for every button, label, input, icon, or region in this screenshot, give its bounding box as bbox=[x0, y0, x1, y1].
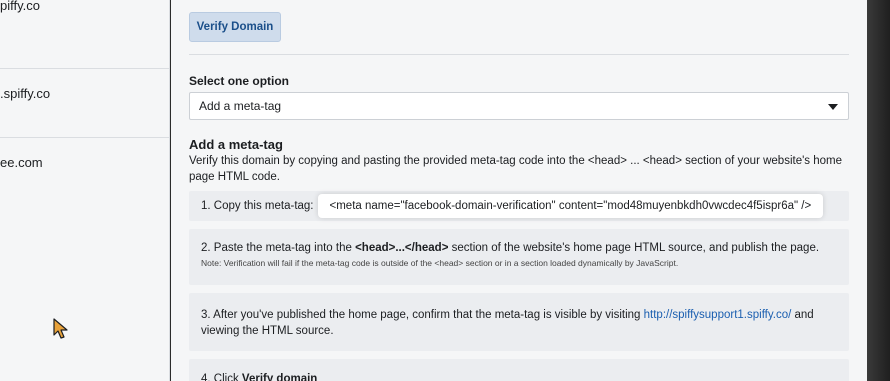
step-paste-meta-tag: 2. Paste the meta-tag into the <head>...… bbox=[189, 229, 849, 285]
window-edge bbox=[867, 0, 890, 381]
step2-text-end: section of the website's home page HTML … bbox=[448, 242, 820, 254]
step1-label: 1. Copy this meta-tag: bbox=[201, 200, 314, 212]
step2-head-tag: <head>...</head> bbox=[355, 242, 449, 254]
meta-tag-code[interactable]: <meta name="facebook-domain-verification… bbox=[317, 194, 824, 218]
step-click-verify: 4. Click Verify domain bbox=[189, 359, 849, 381]
section-title: Add a meta-tag bbox=[189, 137, 283, 152]
step4-verify-label: Verify domain bbox=[241, 373, 318, 381]
site-url-link[interactable]: http://spiffysupport1.spiffy.co/ bbox=[644, 309, 792, 321]
sidebar-item-label: piffy.co bbox=[0, 0, 40, 13]
mouse-pointer-icon bbox=[53, 318, 68, 339]
step-confirm-meta-tag: 3. After you've published the home page,… bbox=[189, 293, 849, 351]
sidebar-item-domain-1[interactable]: piffy.co bbox=[0, 0, 169, 69]
step2-note: Note: Verification will fail if the meta… bbox=[201, 258, 679, 268]
step2-text: 2. Paste the meta-tag into the bbox=[201, 242, 356, 254]
divider bbox=[189, 54, 849, 55]
step4-text: 4. Click bbox=[201, 373, 242, 381]
main-panel: Verify Domain Select one option Add a me… bbox=[171, 0, 867, 381]
sidebar-item-label: ee.com bbox=[0, 155, 43, 170]
step3-text: 3. After you've published the home page,… bbox=[201, 309, 644, 321]
verify-domain-button[interactable]: Verify Domain bbox=[189, 12, 281, 42]
select-option-label: Select one option bbox=[189, 74, 290, 88]
chevron-down-icon bbox=[828, 104, 838, 110]
verification-method-select[interactable]: Add a meta-tag bbox=[189, 92, 849, 120]
sidebar-item-domain-2[interactable]: .spiffy.co bbox=[0, 69, 169, 138]
step-copy-meta-tag: 1. Copy this meta-tag: <meta name="faceb… bbox=[189, 191, 849, 221]
sidebar-item-label: .spiffy.co bbox=[0, 86, 51, 101]
domain-sidebar: piffy.co .spiffy.co ee.com bbox=[0, 0, 170, 381]
sidebar-item-domain-3[interactable]: ee.com bbox=[0, 138, 169, 207]
select-value: Add a meta-tag bbox=[199, 99, 282, 113]
section-description: Verify this domain by copying and pastin… bbox=[189, 155, 842, 183]
